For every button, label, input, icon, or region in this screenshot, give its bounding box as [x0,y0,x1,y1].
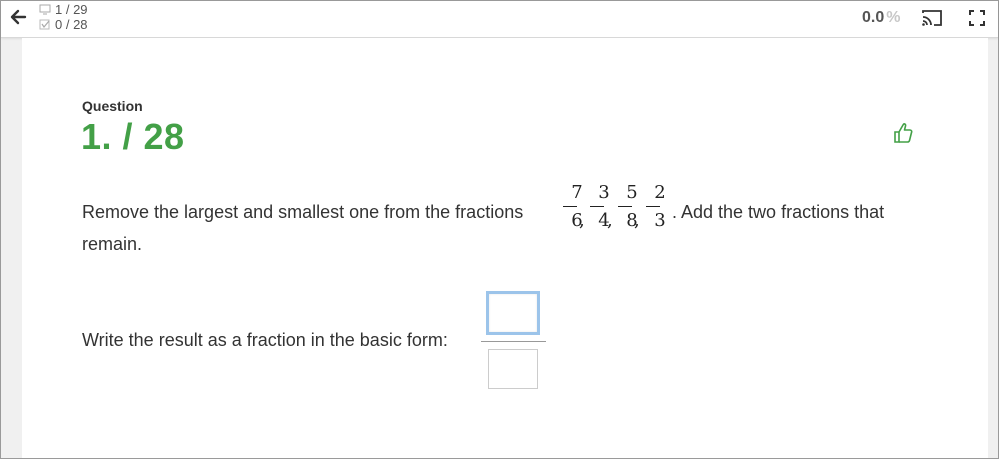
fraction-4-numerator: 2 [654,182,666,203]
fraction-3-numerator: 5 [626,182,638,203]
checkbox-check-icon [39,19,50,30]
fraction-separator: , [607,210,613,231]
question-text-after: . Add the two fractions that [672,202,885,222]
thumbs-up-icon[interactable] [893,122,913,144]
fullscreen-icon[interactable] [968,9,986,27]
question-number: 1. / 28 [81,116,185,157]
score-unit: % [886,9,901,26]
questions-counter: 1 / 29 [39,2,88,17]
answer-fraction-bar [481,341,546,342]
fraction-2-numerator: 3 [598,182,610,203]
answered-counter: 0 / 28 [39,17,88,32]
back-arrow-icon[interactable] [9,7,27,27]
numerator-input[interactable] [486,291,540,335]
score-display: 0.0% [862,9,900,27]
questions-progress-text: 1 / 29 [55,2,88,17]
top-bar: 1 / 29 0 / 28 0.0% [1,1,998,38]
fraction-separator: , [579,210,585,231]
fraction-2-bar [590,206,604,207]
question-card [22,38,988,458]
fraction-1-numerator: 7 [571,182,583,203]
score-value: 0.0 [862,9,885,26]
answer-prompt: Write the result as a fraction in the ba… [82,330,448,350]
denominator-input[interactable] [488,349,538,389]
progress-counters: 1 / 29 0 / 28 [39,2,88,32]
question-label: Question [82,98,143,114]
question-text-line2: remain. [82,234,143,254]
fraction-4-bar [646,206,660,207]
monitor-icon [39,4,51,15]
fraction-3-bar [618,206,632,207]
cast-icon[interactable] [921,8,943,28]
answered-progress-text: 0 / 28 [55,17,88,32]
fraction-1-bar [563,206,577,207]
fraction-4-denominator: 3 [654,210,666,231]
question-text-before: Remove the largest and smallest one from… [82,202,524,222]
fraction-separator: , [634,210,640,231]
